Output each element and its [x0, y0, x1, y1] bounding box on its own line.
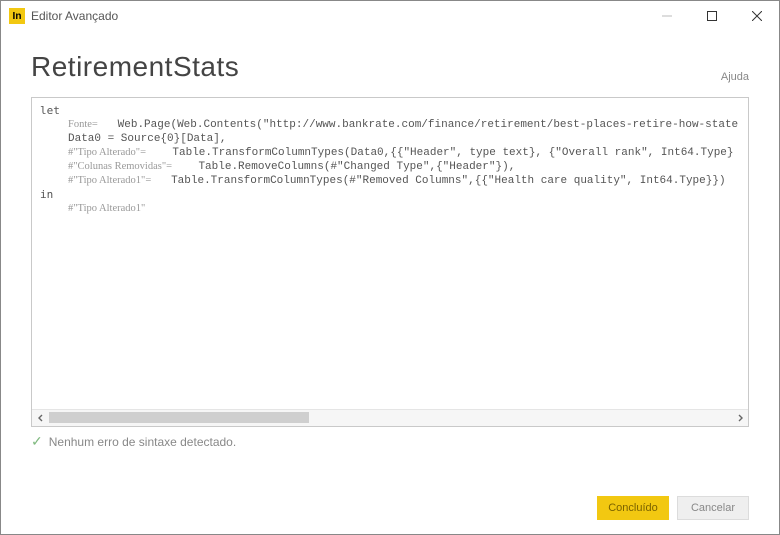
scroll-track[interactable] — [49, 410, 731, 426]
result-expression: #"Tipo Alterado1" — [68, 202, 145, 216]
code-text — [146, 146, 172, 160]
code-text — [151, 174, 171, 188]
status-message: Nenhum erro de sintaxe detectado. — [49, 435, 236, 449]
step-label: #"Colunas Removidas" — [68, 160, 166, 174]
step-label: #"Tipo Alterado" — [68, 146, 140, 160]
status-row: ✓ Nenhum erro de sintaxe detectado. — [31, 433, 749, 450]
window-title: Editor Avançado — [31, 9, 644, 23]
code-text: Data0 = Source{0}[Data], — [68, 132, 226, 146]
code-text: Table.RemoveColumns(#"Changed Type",{"He… — [198, 160, 515, 174]
scroll-left-arrow[interactable] — [32, 410, 49, 426]
window-controls — [644, 1, 779, 31]
step-label: Fonte — [68, 118, 92, 132]
code-editor[interactable]: let Fonte = Web.Page(Web.Contents("http:… — [31, 97, 749, 427]
maximize-button[interactable] — [689, 1, 734, 31]
check-icon: ✓ — [31, 433, 43, 450]
code-text: Web.Page(Web.Contents("http://www.bankra… — [118, 118, 739, 132]
code-text: Table.TransformColumnTypes(#"Removed Col… — [171, 174, 726, 188]
code-text: Table.TransformColumnTypes(Data0,{{"Head… — [172, 146, 733, 160]
editor-body[interactable]: let Fonte = Web.Page(Web.Contents("http:… — [32, 98, 748, 409]
keyword-let: let — [40, 104, 60, 118]
step-label: #"Tipo Alterado1" — [68, 174, 145, 188]
cancel-button[interactable]: Cancelar — [677, 496, 749, 520]
close-button[interactable] — [734, 1, 779, 31]
header-row: RetirementStats Ajuda — [31, 51, 749, 83]
scroll-thumb[interactable] — [49, 412, 309, 423]
code-text — [98, 118, 118, 132]
done-button[interactable]: Concluído — [597, 496, 669, 520]
titlebar: In Editor Avançado — [1, 1, 779, 31]
code-text — [172, 160, 198, 174]
scroll-right-arrow[interactable] — [731, 410, 748, 426]
page-title: RetirementStats — [31, 51, 239, 83]
horizontal-scrollbar[interactable] — [32, 409, 748, 426]
minimize-button[interactable] — [644, 1, 689, 31]
help-link[interactable]: Ajuda — [721, 71, 749, 83]
content-area: RetirementStats Ajuda let Fonte = Web.Pa… — [1, 31, 779, 460]
button-row: Concluído Cancelar — [597, 496, 749, 520]
app-icon: In — [9, 8, 25, 24]
keyword-in: in — [40, 188, 53, 202]
